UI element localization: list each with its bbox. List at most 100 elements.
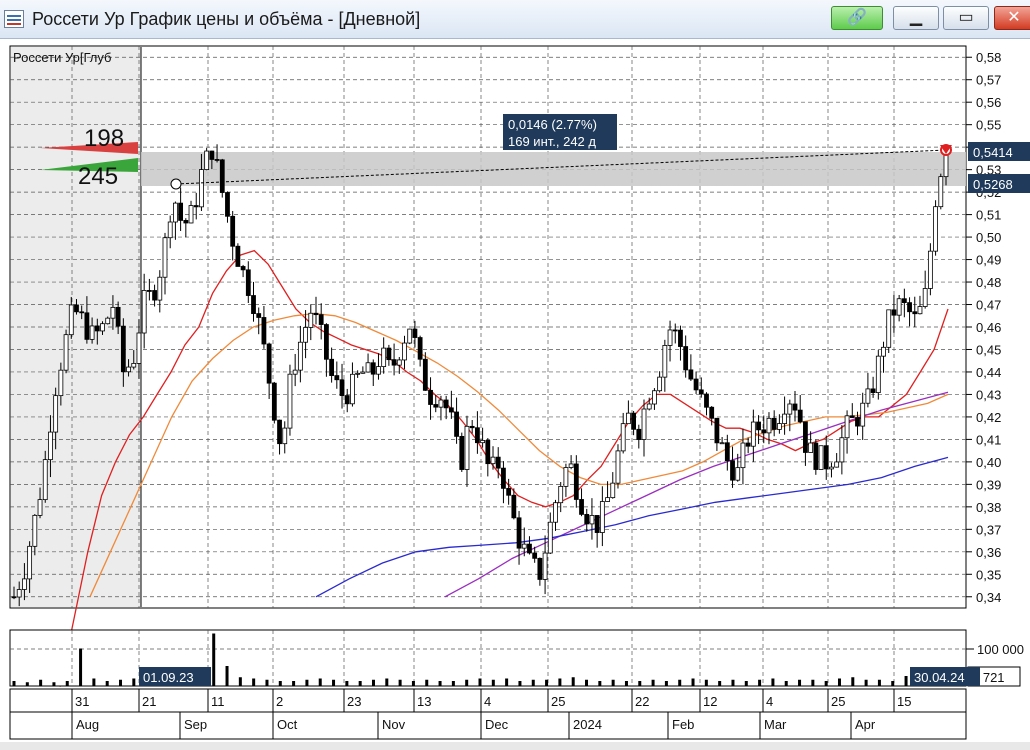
candle-body xyxy=(188,205,194,224)
volume-bar xyxy=(425,679,429,686)
candle-body xyxy=(459,435,465,470)
measure-selection[interactable] xyxy=(141,152,966,186)
candle-body xyxy=(688,369,694,380)
volume-bar xyxy=(784,681,788,686)
volume-bar xyxy=(12,681,16,686)
candle-body xyxy=(787,403,793,415)
candle-body xyxy=(209,150,215,160)
candle-body xyxy=(16,589,22,598)
y-tick-label: 0,41 xyxy=(976,432,1001,447)
candle-body xyxy=(553,502,558,523)
x-day-label: 25 xyxy=(831,694,845,709)
candle-body xyxy=(94,325,100,332)
candle-body xyxy=(245,269,251,296)
candle-body xyxy=(297,341,303,371)
candle-body xyxy=(573,463,579,500)
volume-bar xyxy=(837,678,841,686)
x-day-label: 31 xyxy=(75,694,89,709)
candle-body xyxy=(433,404,439,408)
candle-body xyxy=(412,328,418,338)
candle-body xyxy=(480,440,486,444)
candle-body xyxy=(204,150,210,170)
price-axis[interactable]: 0,580,570,560,550,540,530,520,510,500,49… xyxy=(966,50,1001,605)
candle-body xyxy=(256,313,262,318)
volume-bar xyxy=(877,679,881,686)
volume-bar xyxy=(491,679,495,686)
horizontal-scrollbar[interactable] xyxy=(0,742,1030,750)
candle-body xyxy=(521,543,527,549)
y-tick-label: 0,44 xyxy=(976,365,1001,380)
candle-body xyxy=(511,494,517,519)
chart-canvas[interactable]: 0,0146 (2.77%) 169 инт., 242 д Россети У… xyxy=(0,0,1030,750)
y-tick-label: 0,37 xyxy=(976,522,1001,537)
candle-body xyxy=(438,399,444,408)
volume-bar xyxy=(585,679,589,686)
y-tick-label: 0,35 xyxy=(976,567,1001,582)
volume-bar xyxy=(891,681,895,686)
volume-bar xyxy=(718,681,722,686)
volume-bar xyxy=(571,677,575,686)
y-tick-label: 0,46 xyxy=(976,320,1001,335)
instrument-label: Россети Ур[Глуб xyxy=(13,50,111,65)
candle-body xyxy=(891,309,897,316)
cursor-end-date: 30.04.24 xyxy=(914,670,965,685)
candle-body xyxy=(402,342,407,361)
candle-body xyxy=(48,431,53,461)
volume-bar xyxy=(358,681,362,686)
candle-body xyxy=(178,202,184,221)
candle-body xyxy=(599,501,605,533)
candle-body xyxy=(579,499,584,515)
candle-body xyxy=(615,450,621,484)
candle-body xyxy=(542,552,548,580)
volume-bar xyxy=(811,679,815,686)
candle-body xyxy=(152,290,157,301)
candle-body xyxy=(454,411,459,437)
candle-body xyxy=(641,408,647,440)
volume-bar xyxy=(371,679,375,686)
volume-bar xyxy=(824,681,828,686)
candle-body xyxy=(167,221,173,239)
candle-body xyxy=(235,245,241,267)
candle-body xyxy=(927,250,933,289)
candle-body xyxy=(933,206,938,252)
measure-start-handle[interactable] xyxy=(170,178,182,190)
volume-bar xyxy=(292,681,296,686)
candle-body xyxy=(589,515,595,525)
candle-body xyxy=(537,557,543,580)
candle-body xyxy=(568,463,574,468)
candle-body xyxy=(756,421,761,431)
volume-bar xyxy=(731,679,735,686)
candle-body xyxy=(714,417,720,444)
x-day-label: 12 xyxy=(703,694,717,709)
candle-body xyxy=(943,153,949,178)
candle-body xyxy=(501,467,506,489)
candle-body xyxy=(53,395,59,433)
candle-body xyxy=(63,334,69,371)
candle-body xyxy=(771,417,777,430)
candle-body xyxy=(219,159,225,193)
volume-bar xyxy=(119,679,123,686)
prev-price-value: 0,5268 xyxy=(973,177,1013,192)
candle-body xyxy=(173,202,178,223)
candle-body xyxy=(704,393,709,408)
candle-body xyxy=(381,347,387,367)
candle-body xyxy=(464,425,470,470)
candle-body xyxy=(719,442,725,445)
candle-body xyxy=(157,276,163,301)
candle-body xyxy=(474,427,480,444)
y-tick-label: 0,56 xyxy=(976,95,1001,110)
volume-bar xyxy=(758,679,762,686)
volume-bar xyxy=(225,666,229,686)
volume-bar xyxy=(531,679,535,686)
candle-body xyxy=(620,423,626,452)
candle-body xyxy=(448,407,454,413)
candle-body xyxy=(547,521,553,554)
candle-body xyxy=(396,359,402,366)
volume-axis-label: 100 000 xyxy=(977,642,1024,657)
candle-body xyxy=(922,288,928,307)
volume-bar xyxy=(451,681,455,686)
candle-body xyxy=(344,395,350,405)
candle-body xyxy=(881,346,886,357)
x-day-label: 2 xyxy=(276,694,283,709)
y-tick-label: 0,47 xyxy=(976,298,1001,313)
